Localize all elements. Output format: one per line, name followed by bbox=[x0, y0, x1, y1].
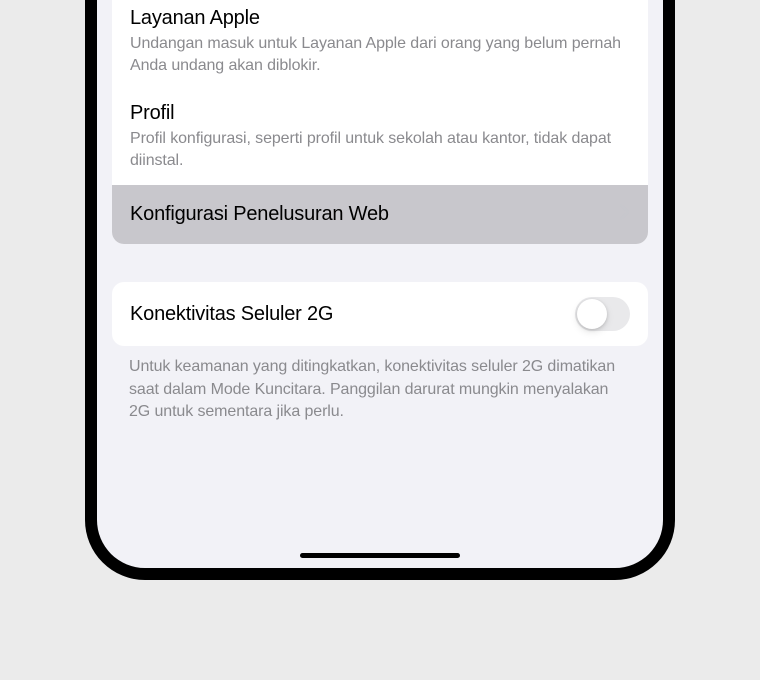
phone-frame: Layanan Apple Undangan masuk untuk Layan… bbox=[85, 0, 675, 580]
setting-item-title: Layanan Apple bbox=[130, 7, 630, 30]
setting-item-apple-services: Layanan Apple Undangan masuk untuk Layan… bbox=[112, 0, 648, 90]
chevron-right-icon bbox=[620, 204, 630, 225]
setting-item-desc: Profil konfigurasi, seperti profil untuk… bbox=[130, 128, 630, 171]
footer-description: Untuk keamanan yang ditingkatkan, konekt… bbox=[129, 356, 631, 423]
toggle-title: Konektivitas Seluler 2G bbox=[130, 303, 333, 326]
cellular-2g-row: Konektivitas Seluler 2G bbox=[112, 282, 648, 346]
setting-item-profile: Profil Profil konfigurasi, seperti profi… bbox=[112, 90, 648, 185]
settings-section-1: Layanan Apple Undangan masuk untuk Layan… bbox=[112, 0, 648, 244]
cellular-2g-toggle[interactable] bbox=[575, 297, 630, 331]
settings-section-2: Konektivitas Seluler 2G bbox=[112, 282, 648, 346]
nav-row-title: Konfigurasi Penelusuran Web bbox=[130, 203, 389, 226]
web-browsing-config-row[interactable]: Konfigurasi Penelusuran Web bbox=[112, 185, 648, 244]
toggle-knob bbox=[577, 299, 607, 329]
setting-item-desc: Undangan masuk untuk Layanan Apple dari … bbox=[130, 33, 630, 76]
phone-screen: Layanan Apple Undangan masuk untuk Layan… bbox=[97, 0, 663, 568]
setting-item-title: Profil bbox=[130, 102, 630, 125]
home-indicator[interactable] bbox=[300, 553, 460, 558]
